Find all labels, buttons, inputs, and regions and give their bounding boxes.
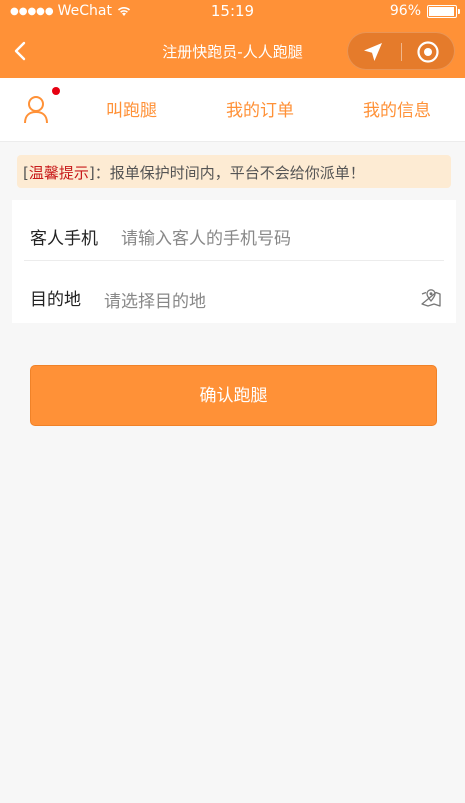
tip-label: 温馨提示 [28, 164, 89, 182]
target-circle-icon[interactable] [416, 40, 440, 64]
status-right: 96% [389, 3, 460, 19]
battery-fill [429, 6, 454, 16]
destination-label: 目的地 [30, 290, 81, 310]
destination-row[interactable]: 目的地 请选择目的地 [24, 261, 444, 322]
tip-banner: [温馨提示]：报单保护时间内，平台不会给你派单！ [17, 155, 451, 188]
mini-program-capsule [347, 32, 455, 70]
nav-bar: 注册快跑员-人人跑腿 [0, 24, 465, 78]
tab-my-info[interactable]: 我的信息 [363, 96, 431, 121]
tip-bracket-close: ]： [88, 164, 110, 182]
navigation-arrow-icon[interactable] [362, 41, 384, 63]
tip-text: 报单保护时间内，平台不会给你派单！ [109, 164, 365, 182]
destination-picker[interactable]: 请选择目的地 [104, 287, 206, 312]
tab-bar: 叫跑腿 我的订单 我的信息 [0, 78, 465, 142]
battery-icon [427, 4, 460, 18]
status-bar: ●●●●● WeChat 15:19 96% [0, 0, 465, 24]
user-icon[interactable] [22, 94, 50, 124]
capsule-divider [401, 43, 402, 61]
order-form: 客人手机 请输入客人的手机号码 目的地 请选择目的地 [12, 200, 456, 323]
tab-my-orders[interactable]: 我的订单 [226, 96, 294, 121]
phone-input[interactable]: 请输入客人的手机号码 [121, 224, 291, 249]
map-pin-icon[interactable] [420, 286, 442, 308]
tab-call-runner[interactable]: 叫跑腿 [106, 96, 157, 121]
notification-badge [52, 87, 60, 95]
phone-row: 客人手机 请输入客人的手机号码 [24, 200, 444, 261]
phone-label: 客人手机 [30, 229, 98, 249]
battery-percent: 96% [389, 3, 421, 19]
confirm-button[interactable]: 确认跑腿 [30, 365, 437, 426]
